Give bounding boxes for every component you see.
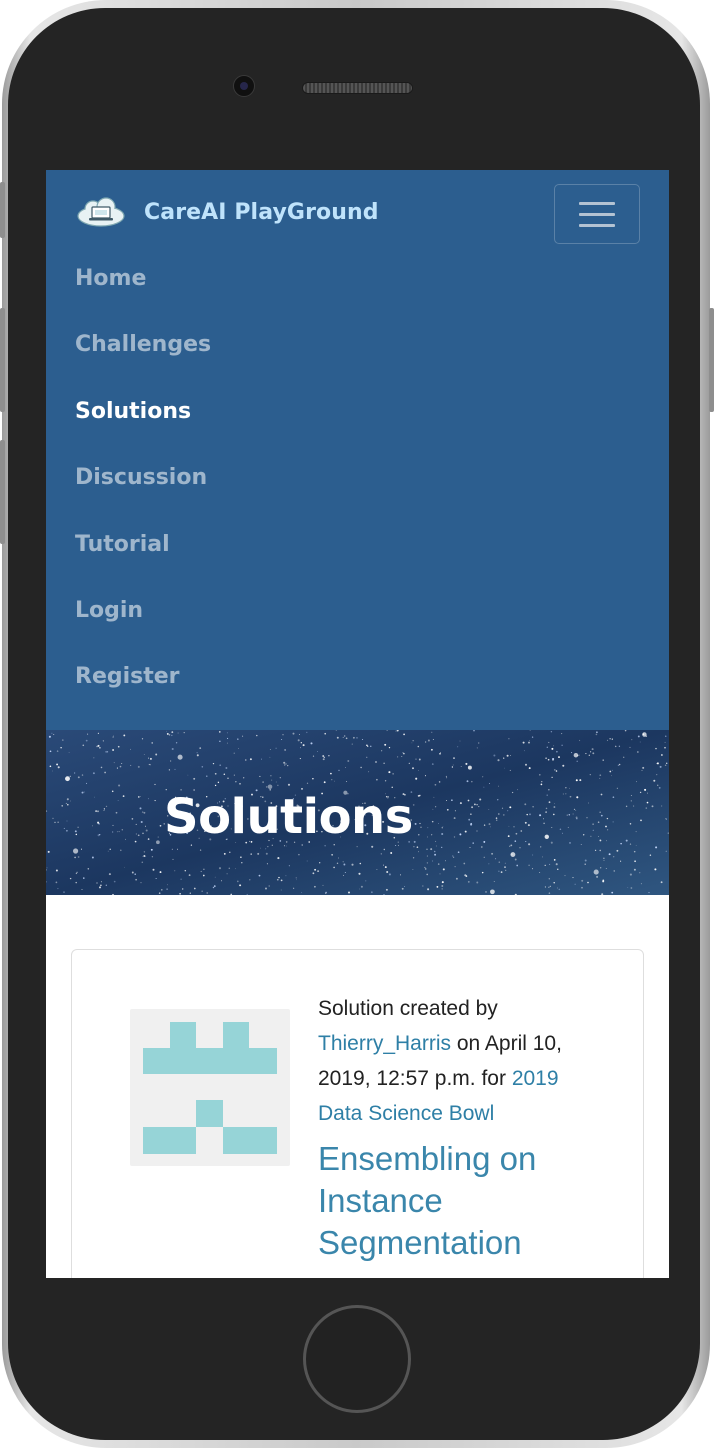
volume-up-button: [0, 308, 5, 412]
mute-switch: [0, 182, 5, 238]
identicon-avatar: [130, 1009, 290, 1166]
navbar: CareAI PlayGround Home Challenges Soluti…: [46, 170, 669, 730]
screen: CareAI PlayGround Home Challenges Soluti…: [46, 170, 669, 1278]
meta-prefix: Solution created by: [318, 997, 498, 1020]
author-link[interactable]: Thierry_Harris: [318, 1032, 451, 1055]
solution-card: Solution created by Thierry_Harris on Ap…: [71, 949, 644, 1278]
earpiece-speaker: [302, 82, 413, 94]
cloud-laptop-icon: [77, 197, 125, 227]
nav-item-discussion[interactable]: Discussion: [75, 461, 211, 527]
nav-item-solutions[interactable]: Solutions: [75, 395, 211, 461]
solution-title-link[interactable]: Ensembling on Instance Segmentation: [318, 1138, 568, 1264]
home-button[interactable]: [303, 1305, 411, 1413]
brand-name: CareAI PlayGround: [144, 199, 379, 225]
menu-toggle-button[interactable]: [554, 184, 640, 244]
navbar-brand[interactable]: CareAI PlayGround: [76, 192, 379, 232]
volume-down-button: [0, 440, 5, 544]
power-button: [709, 308, 714, 412]
front-camera: [233, 75, 255, 97]
hamburger-menu-icon: [579, 202, 615, 205]
nav-item-tutorial[interactable]: Tutorial: [75, 528, 211, 594]
hero-banner: Solutions: [46, 730, 669, 895]
page-title: Solutions: [164, 789, 413, 845]
nav-item-challenges[interactable]: Challenges: [75, 328, 211, 394]
nav-menu: Home Challenges Solutions Discussion Tut…: [75, 262, 211, 727]
nav-item-login[interactable]: Login: [75, 594, 211, 660]
solution-meta: Solution created by Thierry_Harris on Ap…: [318, 991, 568, 1131]
nav-item-home[interactable]: Home: [75, 262, 211, 328]
nav-item-register[interactable]: Register: [75, 660, 211, 726]
